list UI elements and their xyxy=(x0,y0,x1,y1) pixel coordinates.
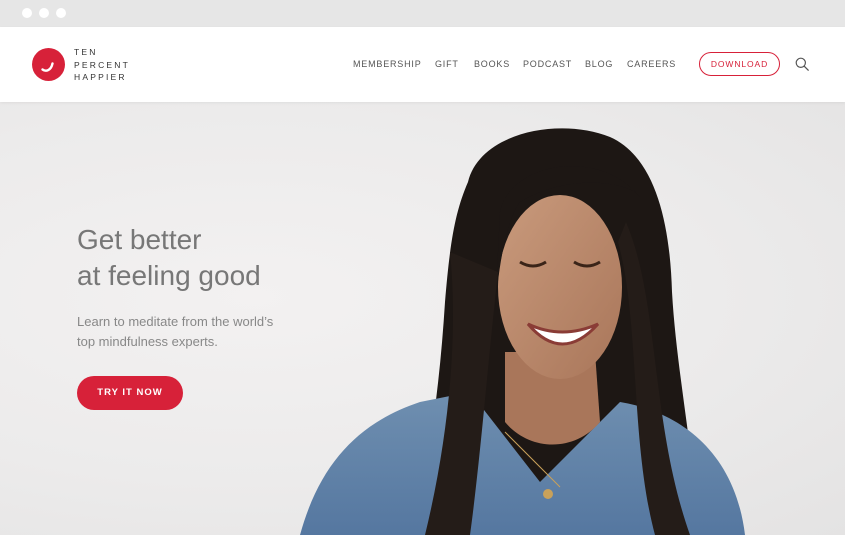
site-header: TEN PERCENT HAPPIER MEMBERSHIP GIFT BOOK… xyxy=(0,27,845,102)
nav-blog[interactable]: BLOG xyxy=(585,59,613,69)
hero-title-line: Get better xyxy=(77,224,202,255)
window-dot-icon xyxy=(56,8,66,18)
hero-subtitle-line: top mindfulness experts. xyxy=(77,334,218,349)
window-dot-icon xyxy=(39,8,49,18)
brand-line: TEN xyxy=(74,47,98,57)
try-it-now-button[interactable]: TRY IT NOW xyxy=(77,376,183,410)
nav-podcast[interactable]: PODCAST xyxy=(523,59,572,69)
browser-title-bar xyxy=(0,0,845,27)
search-icon[interactable] xyxy=(795,57,809,71)
brand-wordmark[interactable]: TEN PERCENT HAPPIER xyxy=(74,46,130,84)
hero-subtitle-line: Learn to meditate from the world’s xyxy=(77,314,274,329)
nav-books[interactable]: BOOKS xyxy=(474,59,510,69)
hero-title: Get better at feeling good xyxy=(77,222,261,294)
brand-logo-icon[interactable] xyxy=(32,48,65,81)
nav-careers[interactable]: CAREERS xyxy=(627,59,676,69)
hero-title-line: at feeling good xyxy=(77,260,261,291)
brand-line: HAPPIER xyxy=(74,72,127,82)
window-dot-icon xyxy=(22,8,32,18)
nav-gift[interactable]: GIFT xyxy=(435,59,459,69)
hero-subtitle: Learn to meditate from the world’s top m… xyxy=(77,312,273,352)
brand-line: PERCENT xyxy=(74,59,131,70)
download-button[interactable]: DOWNLOAD xyxy=(699,52,780,76)
nav-membership[interactable]: MEMBERSHIP xyxy=(353,59,422,69)
hero-section: Get better at feeling good Learn to medi… xyxy=(0,102,845,535)
